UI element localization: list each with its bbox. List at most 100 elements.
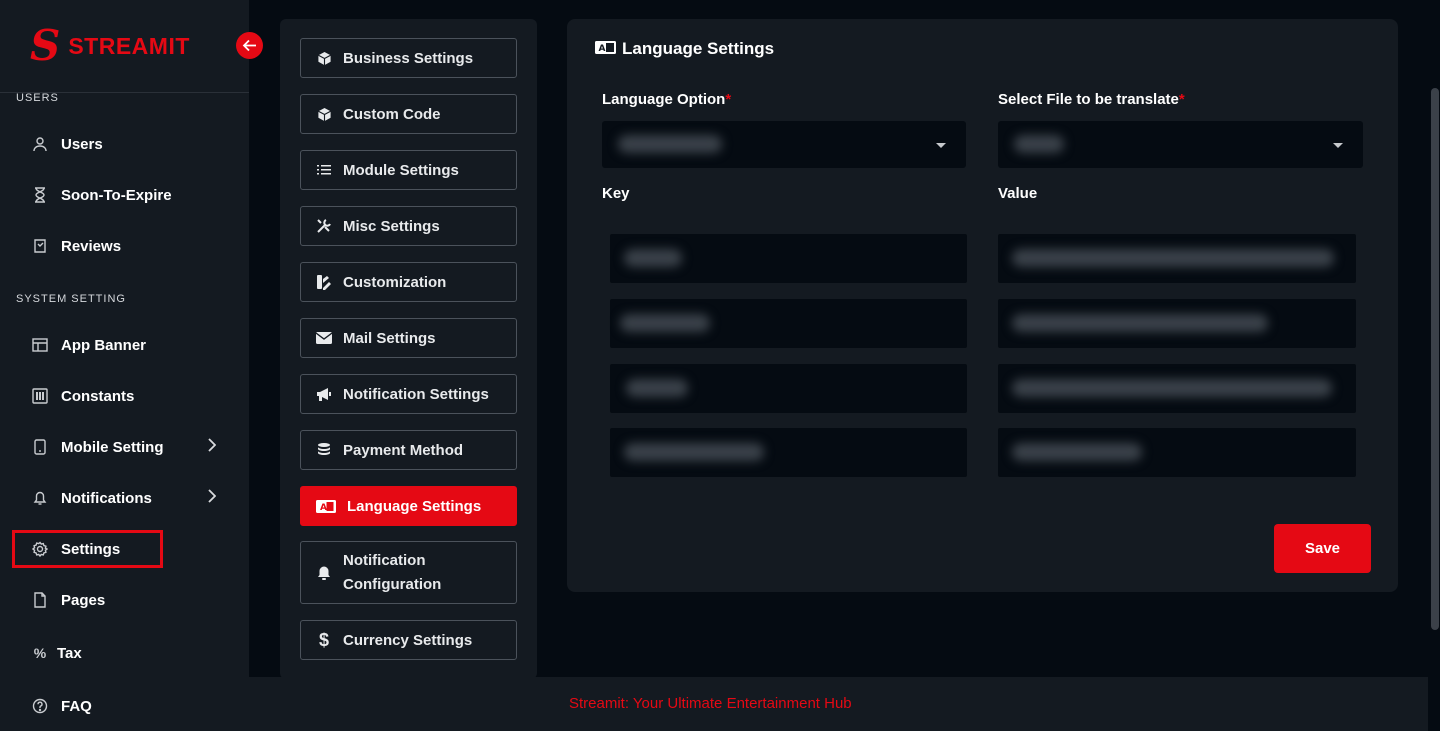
menu-currency-settings[interactable]: $ Currency Settings [300, 620, 517, 660]
value-field[interactable] [998, 234, 1356, 283]
section-title-system-setting: SYSTEM SETTING [16, 293, 126, 305]
redacted-value [1012, 379, 1332, 397]
sidebar-item-label: Mobile Setting [61, 438, 164, 456]
section-title-users: USERS [16, 92, 59, 104]
key-field[interactable] [610, 428, 967, 477]
redacted-value [1012, 443, 1142, 461]
redacted-value [626, 379, 688, 397]
value-header: Value [998, 185, 1038, 202]
sidebar-item-label: Pages [61, 591, 106, 609]
scrollbar-thumb[interactable] [1431, 88, 1439, 630]
palette-icon [315, 273, 333, 291]
constants-icon [30, 386, 50, 406]
menu-notification-configuration[interactable]: Notification Configuration [300, 541, 517, 604]
save-button[interactable]: Save [1274, 524, 1371, 573]
sidebar-item-reviews[interactable]: Reviews [30, 229, 220, 263]
menu-label: Mail Settings [343, 329, 436, 347]
sidebar-item-label: FAQ [61, 697, 92, 715]
sidebar-item-faq[interactable]: FAQ [30, 689, 220, 723]
menu-language-settings[interactable]: A Language Settings [300, 486, 517, 526]
redacted-value [624, 443, 764, 461]
value-field[interactable] [998, 428, 1356, 477]
banner-icon [30, 335, 50, 355]
user-icon [30, 134, 50, 154]
review-icon [30, 236, 50, 256]
sidebar-collapse-button[interactable] [236, 32, 263, 59]
menu-label: Currency Settings [343, 631, 473, 649]
language-option-select[interactable] [602, 121, 966, 168]
footer: Streamit: Your Ultimate Entertainment Hu… [249, 677, 1428, 731]
menu-payment-method[interactable]: Payment Method [300, 430, 517, 470]
redacted-value [1012, 314, 1268, 332]
list-icon [315, 161, 333, 179]
mobile-icon [30, 437, 50, 457]
required-marker: * [725, 91, 732, 108]
sidebar-item-notifications[interactable]: Notifications [30, 481, 220, 515]
menu-custom-code[interactable]: Custom Code [300, 94, 517, 134]
redacted-value [624, 249, 682, 267]
file-select[interactable] [998, 121, 1363, 168]
menu-label: Notification Configuration [343, 551, 442, 593]
caret-down-icon [1333, 143, 1343, 148]
sidebar-item-settings[interactable]: Settings [30, 532, 220, 566]
required-marker: * [1178, 91, 1185, 108]
sidebar-item-label: Notifications [61, 489, 152, 507]
percent-icon: % [33, 645, 47, 661]
sidebar-item-soon-to-expire[interactable]: Soon-To-Expire [30, 178, 220, 212]
menu-label: Notification Settings [343, 385, 489, 403]
card-title-text: Language Settings [622, 39, 775, 58]
brand-name: STREAMIT [68, 32, 190, 59]
bell-icon [30, 488, 50, 508]
page-icon [30, 590, 50, 610]
sidebar-item-tax[interactable]: % Tax [30, 636, 220, 670]
menu-business-settings[interactable]: Business Settings [300, 38, 517, 78]
menu-label: Module Settings [343, 161, 459, 179]
menu-label: Business Settings [343, 49, 474, 67]
cube-icon [315, 105, 333, 123]
sidebar-item-constants[interactable]: Constants [30, 379, 220, 413]
sidebar-item-label: Settings [61, 540, 121, 558]
sidebar-item-label: Reviews [61, 237, 122, 255]
sidebar-item-label: Soon-To-Expire [61, 186, 172, 204]
chevron-right-icon [208, 489, 217, 507]
menu-module-settings[interactable]: Module Settings [300, 150, 517, 190]
menu-mail-settings[interactable]: Mail Settings [300, 318, 517, 358]
chevron-right-icon [208, 438, 217, 456]
menu-label: Language Settings [347, 497, 482, 515]
value-field[interactable] [998, 299, 1356, 348]
redacted-value [620, 314, 710, 332]
dollar-icon: $ [318, 629, 329, 650]
sidebar-item-label: Tax [57, 644, 82, 662]
cube-icon [315, 49, 333, 67]
menu-misc-settings[interactable]: Misc Settings [300, 206, 517, 246]
megaphone-icon [315, 385, 333, 403]
coins-icon [315, 441, 333, 459]
file-label-text: Select File to be translate [998, 91, 1179, 108]
menu-customization[interactable]: Customization [300, 262, 517, 302]
language-icon: A [595, 39, 616, 59]
menu-label: Payment Method [343, 441, 464, 459]
key-header: Key [602, 185, 630, 202]
language-option-label: Language Option* [602, 91, 731, 108]
menu-label: Misc Settings [343, 217, 440, 235]
sidebar-item-users[interactable]: Users [30, 127, 220, 161]
menu-notification-settings[interactable]: Notification Settings [300, 374, 517, 414]
sidebar-item-app-banner[interactable]: App Banner [30, 328, 220, 362]
settings-menu: Business Settings Custom Code Module Set… [280, 19, 537, 679]
file-label: Select File to be translate* [998, 91, 1185, 108]
key-field[interactable] [610, 299, 967, 348]
brand-logo: S [30, 21, 61, 70]
value-field[interactable] [998, 364, 1356, 413]
hourglass-icon [30, 185, 50, 205]
key-field[interactable] [610, 234, 967, 283]
card-title: A Language Settings [595, 39, 774, 59]
sidebar-item-mobile-setting[interactable]: Mobile Setting [30, 430, 220, 464]
menu-label: Custom Code [343, 105, 441, 123]
brand[interactable]: S STREAMIT [30, 21, 190, 70]
sidebar-item-label: App Banner [61, 336, 147, 354]
key-field[interactable] [610, 364, 967, 413]
sidebar-item-pages[interactable]: Pages [30, 583, 220, 617]
language-settings-card: A Language Settings Language Option* Sel… [567, 19, 1398, 592]
bell-icon [315, 564, 333, 582]
gear-icon [30, 539, 50, 559]
